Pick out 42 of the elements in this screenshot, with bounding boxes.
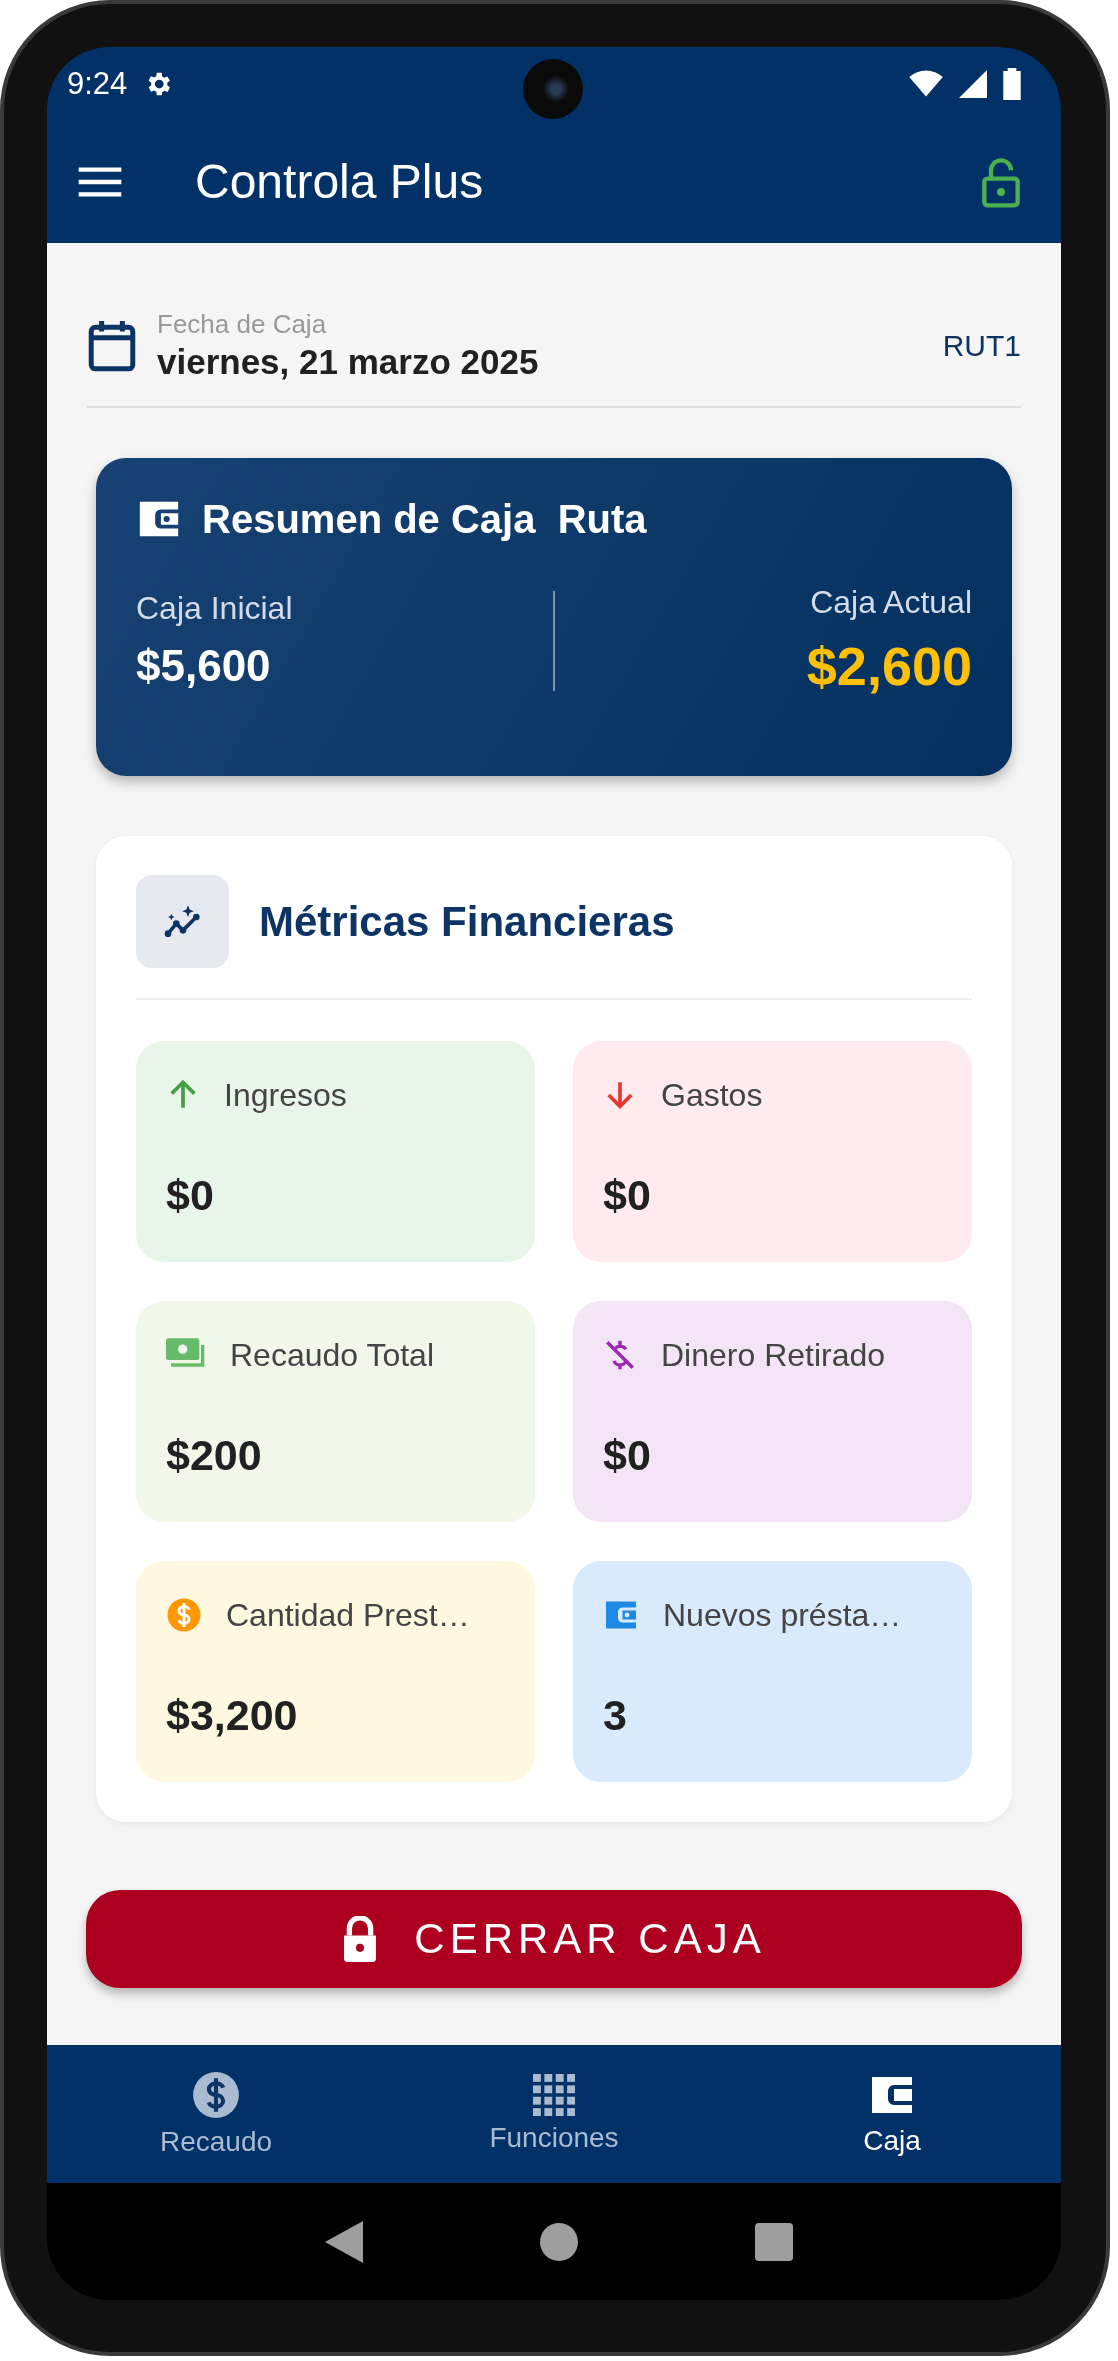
metric-label: Nuevos présta… [663, 1596, 902, 1634]
unlock-icon[interactable] [981, 155, 1021, 208]
nav-tab[interactable]: Recaudo [47, 2045, 385, 2183]
lock-icon [342, 1916, 379, 1962]
summary-title: Resumen de Caja Ruta [202, 496, 647, 542]
metric-value: $200 [166, 1431, 263, 1480]
dollar-coin-icon [166, 1597, 202, 1633]
metric-label: Recaudo Total [230, 1336, 434, 1374]
chart-icon [136, 875, 229, 968]
battery-icon [1003, 67, 1021, 100]
back-icon[interactable] [325, 2220, 364, 2263]
signal-icon [959, 69, 987, 98]
grid-icon [533, 2074, 575, 2116]
metric-label: Dinero Retirado [661, 1336, 886, 1374]
metric-value: $3,200 [166, 1691, 299, 1740]
metric-value: $0 [603, 1171, 652, 1220]
status-time: 9:24 [67, 65, 128, 102]
metric-value: $0 [603, 1431, 652, 1480]
close-cash-button[interactable]: CERRAR CAJA [86, 1890, 1022, 1988]
no-money-icon [603, 1338, 637, 1372]
nav-tab[interactable]: Funciones [385, 2045, 723, 2183]
initial-label: Caja Inicial [136, 590, 294, 627]
metric-value: 3 [603, 1691, 628, 1740]
current-value: $2,600 [806, 635, 972, 697]
wifi-icon [909, 69, 943, 98]
recents-icon[interactable] [754, 2222, 793, 2261]
route-code: RUT1 [942, 328, 1021, 363]
calendar-icon [87, 318, 137, 373]
initial-value: $5,600 [136, 641, 272, 691]
date-value: viernes, 21 marzo 2025 [157, 342, 540, 382]
menu-icon[interactable] [77, 165, 123, 198]
app-title: Controla Plus [195, 154, 485, 209]
metric-value: $0 [166, 1171, 215, 1220]
metric-label: Ingresos [224, 1076, 347, 1114]
date-label: Fecha de Caja [157, 309, 328, 340]
current-label: Caja Actual [810, 584, 972, 621]
home-icon[interactable] [540, 2222, 578, 2261]
nav-tab[interactable]: Caja [723, 2045, 1061, 2183]
metric-label: Gastos [661, 1076, 763, 1114]
dollar-coin-icon [191, 2070, 241, 2120]
metrics-title: Métricas Financieras [259, 897, 675, 946]
metric-label: Cantidad Prest… [226, 1596, 470, 1634]
